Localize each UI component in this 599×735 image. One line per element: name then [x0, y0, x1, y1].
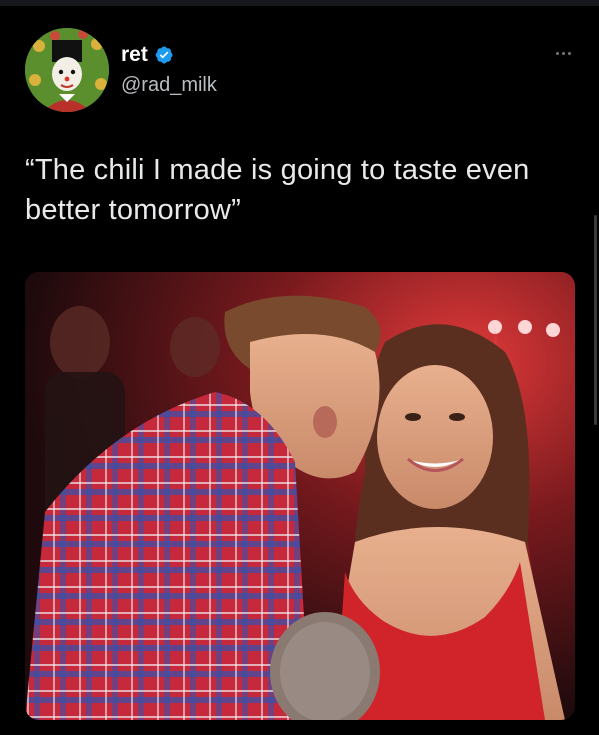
author-handle[interactable]: @rad_milk — [121, 74, 217, 97]
tweet-photo[interactable] — [25, 272, 575, 720]
author-names: ret @rad_milk — [121, 42, 217, 97]
display-name-row: ret — [121, 42, 217, 68]
top-bar — [0, 0, 599, 6]
avatar[interactable] — [25, 28, 109, 112]
avatar-image — [25, 28, 109, 112]
tweet-text: “The chili I made is going to taste even… — [25, 154, 530, 226]
photo-image — [25, 272, 575, 720]
scrollbar[interactable] — [594, 215, 597, 425]
tweet-header: ret @rad_milk — [25, 28, 585, 114]
display-name[interactable]: ret — [121, 43, 148, 67]
more-dots-icon[interactable] — [551, 48, 575, 58]
verified-badge-icon — [154, 45, 174, 65]
